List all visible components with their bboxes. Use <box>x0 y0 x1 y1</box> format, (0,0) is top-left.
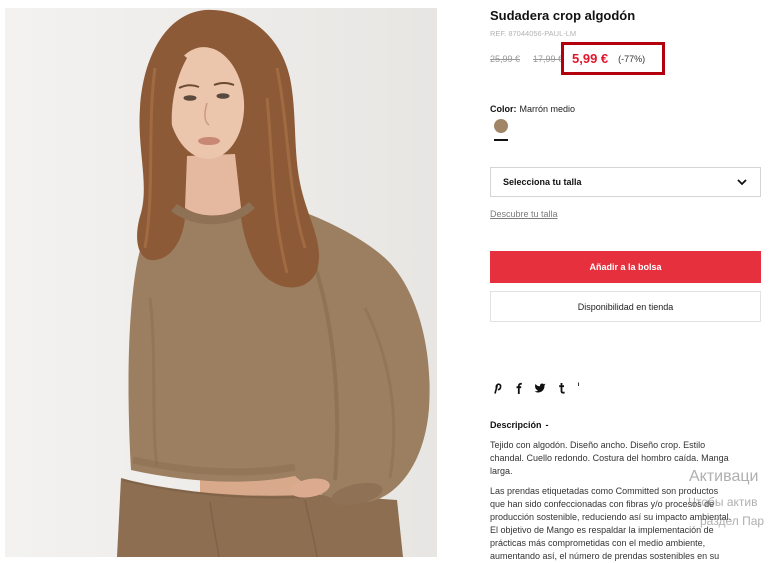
model-eye-left <box>183 95 197 101</box>
share-icons <box>490 382 590 396</box>
description-line: chandal. Cuello redondo. Costura del hom… <box>490 453 729 463</box>
model-lips <box>198 137 220 145</box>
original-price: 25,99 € <box>490 54 521 64</box>
twitter-icon[interactable] <box>534 383 546 393</box>
chevron-down-icon <box>737 178 747 186</box>
tumblr-icon[interactable] <box>558 382 566 394</box>
share-more-icon[interactable] <box>577 382 580 388</box>
color-value: Marrón medio <box>519 104 576 114</box>
description-heading[interactable]: Descripción - <box>490 420 549 430</box>
model-neck <box>185 154 241 216</box>
description-line: producción sostenible, reduciendo así su… <box>490 512 732 522</box>
pinterest-icon[interactable] <box>492 382 502 394</box>
description-paragraph: Tejido con algodón. Diseño ancho. Diseño… <box>490 439 731 478</box>
description-line: que han sido confeccionadas con fibras y… <box>490 499 715 509</box>
description-line: Tejido con algodón. Diseño ancho. Diseño… <box>490 440 706 450</box>
add-to-bag-button[interactable]: Añadir a la bolsa <box>490 251 761 283</box>
product-photo[interactable] <box>5 8 437 557</box>
selected-swatch-indicator <box>494 139 508 141</box>
color-swatch-marron-medio[interactable] <box>494 119 508 133</box>
model-eye-right <box>216 93 230 99</box>
description-line: prácticas más comprometidas con el medio… <box>490 538 706 548</box>
discount-percentage: (-77%) <box>618 53 646 64</box>
product-title: Sudadera crop algodón <box>490 8 636 23</box>
description-title: Descripción <box>490 420 542 430</box>
current-price: 5,99 € <box>572 51 609 66</box>
product-photo-illustration <box>5 8 437 557</box>
product-ref: REF. 87044056-PAUL-LM <box>490 29 577 38</box>
size-dropdown[interactable]: Selecciona tu talla <box>490 167 761 197</box>
price-highlight-box: 5,99 € (-77%) <box>561 42 665 75</box>
size-dropdown-label: Selecciona tu talla <box>503 177 582 187</box>
color-selection-label: Color: Marrón medio <box>490 104 575 114</box>
store-availability-button[interactable]: Disponibilidad en tienda <box>490 291 761 322</box>
description-line: Las prendas etiquetadas como Committed s… <box>490 486 719 496</box>
description-toggle[interactable]: - <box>546 420 549 430</box>
description-line: larga. <box>490 466 513 476</box>
description-line: El objetivo de Mango es respaldar la imp… <box>490 525 714 535</box>
description-body: Tejido con algodón. Diseño ancho. Diseño… <box>490 439 731 563</box>
previous-price: 17,99 € <box>533 54 564 64</box>
color-label: Color: <box>490 104 517 114</box>
facebook-icon[interactable] <box>515 382 523 394</box>
description-paragraph: Las prendas etiquetadas como Committed s… <box>490 485 731 563</box>
size-guide-link[interactable]: Descubre tu talla <box>490 209 558 219</box>
